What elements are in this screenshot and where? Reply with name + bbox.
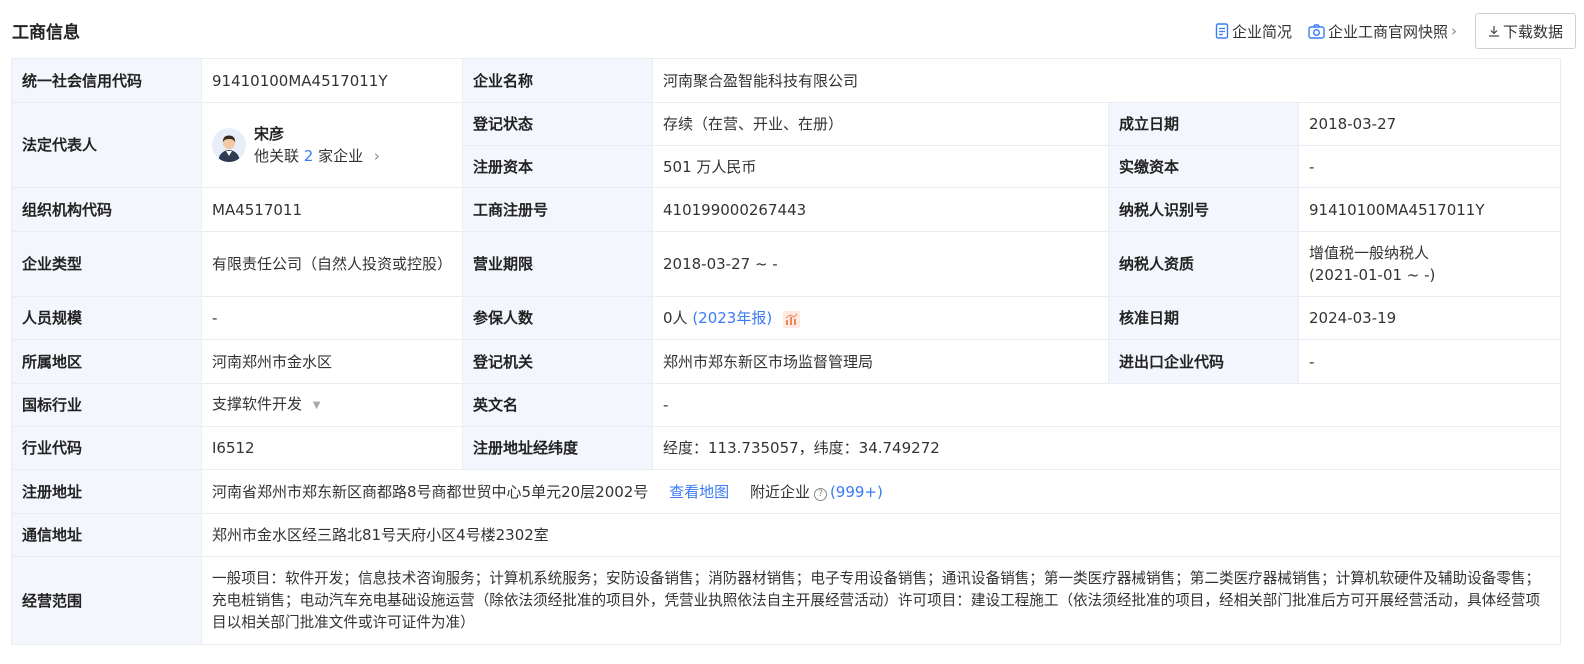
avatar[interactable] [212,128,246,162]
insured-value: 0人 [663,309,688,327]
taxpayer-qual-label: 纳税人资质 [1108,231,1299,297]
org-code-label: 组织机构代码 [11,187,202,232]
reg-capital-value: 501 万人民币 [652,145,1109,188]
import-export-label: 进出口企业代码 [1108,339,1299,384]
paid-capital-value: - [1297,145,1562,188]
biz-reg-no-label: 工商注册号 [462,187,653,232]
table-row: 国标行业 支撑软件开发 ▼ 英文名 - [11,383,1562,427]
related-count: 2 [303,147,314,165]
scope-label: 经营范围 [11,556,202,645]
table-row: 组织机构代码 MA4517011 工商注册号 410199000267443 纳… [11,187,1562,232]
table-row: 注册地址 河南省郑州市郑东新区商都路8号商都世贸中心5单元20层2002号 查看… [11,469,1562,514]
coordinates-label: 注册地址经纬度 [462,426,653,470]
annual-report-link[interactable]: (2023年报) [692,309,772,327]
staff-size-value: - [201,296,463,340]
document-icon [1215,23,1229,39]
reg-capital-label: 注册资本 [462,145,653,188]
related-suffix: 家企业 [318,147,364,165]
biz-term-label: 营业期限 [462,231,653,297]
table-row: 人员规模 - 参保人数 0人 (2023年报) 核准日期 2024-03-19 [11,296,1562,340]
company-name-label: 企业名称 [462,58,653,103]
legal-rep-cell: 宋彦 他关联 2 家企业 › [201,102,463,188]
reg-authority-label: 登记机关 [462,339,653,384]
org-code-value: MA4517011 [201,187,463,232]
view-map-link[interactable]: 查看地图 [669,483,729,501]
staff-size-label: 人员规模 [11,296,202,340]
download-data-label: 下载数据 [1502,22,1563,41]
industry-label: 国标行业 [11,383,202,427]
section-title: 工商信息 [12,23,80,43]
english-name-value: - [651,383,1562,427]
taxpayer-qual-value: 增值税一般纳税人 [1309,244,1430,262]
nearby-companies-label: 附近企业 [749,482,810,501]
reg-address-label: 注册地址 [11,469,202,514]
reg-authority-value: 郑州市郑东新区市场监督管理局 [652,339,1109,384]
import-export-value: - [1297,339,1562,384]
biz-reg-no-value: 410199000267443 [652,187,1109,232]
caret-down-icon[interactable]: ▼ [313,400,321,411]
taxpayer-id-value: 91410100MA4517011Y [1297,187,1562,232]
english-name-label: 英文名 [462,383,653,427]
coordinates-value: 经度：113.735057，纬度：34.749272 [651,426,1562,470]
industry-code-value: I6512 [201,426,463,470]
legal-rep-person: 宋彦 他关联 2 家企业 › [212,123,452,167]
founded-value: 2018-03-27 [1297,102,1562,146]
industry-code-label: 行业代码 [11,426,202,470]
company-type-label: 企业类型 [11,231,202,297]
table-row: 法定代表人 宋彦 他关联 2 家企业 › 登记状态 存续（在营、开业、在册） 成… [11,102,1562,188]
mail-address-value: 郑州市金水区经三路北81号天府小区4号楼2302室 [200,513,1562,557]
table-row: 经营范围 一般项目：软件开发；信息技术咨询服务；计算机系统服务；安防设备销售；消… [11,556,1562,645]
legal-rep-label: 法定代表人 [11,102,202,188]
industry-cell[interactable]: 支撑软件开发 ▼ [201,383,463,427]
section-header: 工商信息 企业简况 企业工商官网快照 › 下载数据 [0,0,1584,60]
paid-capital-label: 实缴资本 [1108,145,1299,188]
credit-code-label: 统一社会信用代码 [11,58,202,103]
table-row: 统一社会信用代码 91410100MA4517011Y 企业名称 河南聚合盈智能… [11,58,1562,103]
company-brief-link[interactable]: 企业简况 [1215,21,1292,42]
business-info-table: 统一社会信用代码 91410100MA4517011Y 企业名称 河南聚合盈智能… [11,58,1562,645]
camera-icon [1308,23,1325,39]
reg-status-label: 登记状态 [462,102,653,146]
biz-term-value: 2018-03-27 ~ - [652,231,1109,297]
chevron-right-icon: › [373,147,380,165]
nearby-companies-link[interactable]: (999+) [830,483,883,501]
related-prefix: 他关联 [254,147,300,165]
insured-cell: 0人 (2023年报) [652,296,1109,340]
reg-status-value: 存续（在营、开业、在册） [652,102,1109,146]
region-label: 所属地区 [11,339,202,384]
legal-rep-name[interactable]: 宋彦 [254,123,380,145]
official-snapshot-label: 企业工商官网快照 [1327,22,1448,41]
taxpayer-qual-period: (2021-01-01 ~ -) [1309,266,1436,284]
official-snapshot-link[interactable]: 企业工商官网快照 › [1308,21,1457,42]
table-row: 企业类型 有限责任公司（自然人投资或控股） 营业期限 2018-03-27 ~ … [11,231,1562,297]
table-row: 行业代码 I6512 注册地址经纬度 经度：113.735057，纬度：34.7… [11,426,1562,470]
download-data-button[interactable]: 下载数据 [1474,13,1576,49]
chevron-right-icon: › [1450,22,1457,40]
download-icon [1488,25,1500,37]
trend-chart-icon[interactable] [783,311,800,328]
header-actions: 企业简况 企业工商官网快照 › 下载数据 [1215,13,1576,49]
approval-date-label: 核准日期 [1108,296,1299,340]
legal-rep-related[interactable]: 他关联 2 家企业 › [254,145,380,167]
taxpayer-qual-cell: 增值税一般纳税人 (2021-01-01 ~ -) [1297,231,1562,297]
taxpayer-id-label: 纳税人识别号 [1108,187,1299,232]
mail-address-label: 通信地址 [11,513,202,557]
insured-label: 参保人数 [462,296,653,340]
industry-value: 支撑软件开发 [212,395,303,413]
reg-address-value: 河南省郑州市郑东新区商都路8号商都世贸中心5单元20层2002号 [212,482,649,501]
company-brief-label: 企业简况 [1231,22,1292,41]
scope-value: 一般项目：软件开发；信息技术咨询服务；计算机系统服务；安防设备销售；消防器材销售… [200,556,1562,645]
region-value: 河南郑州市金水区 [201,339,463,384]
credit-code-value: 91410100MA4517011Y [201,58,463,103]
approval-date-value: 2024-03-19 [1297,296,1562,340]
help-icon[interactable]: ? [813,487,827,501]
reg-address-cell: 河南省郑州市郑东新区商都路8号商都世贸中心5单元20层2002号 查看地图 附近… [200,469,1562,514]
company-name-value: 河南聚合盈智能科技有限公司 [651,58,1562,103]
table-row: 通信地址 郑州市金水区经三路北81号天府小区4号楼2302室 [11,513,1562,557]
table-row: 所属地区 河南郑州市金水区 登记机关 郑州市郑东新区市场监督管理局 进出口企业代… [11,339,1562,384]
legal-rep-info: 宋彦 他关联 2 家企业 › [254,123,380,167]
company-type-value: 有限责任公司（自然人投资或控股） [201,231,463,297]
founded-label: 成立日期 [1108,102,1299,146]
